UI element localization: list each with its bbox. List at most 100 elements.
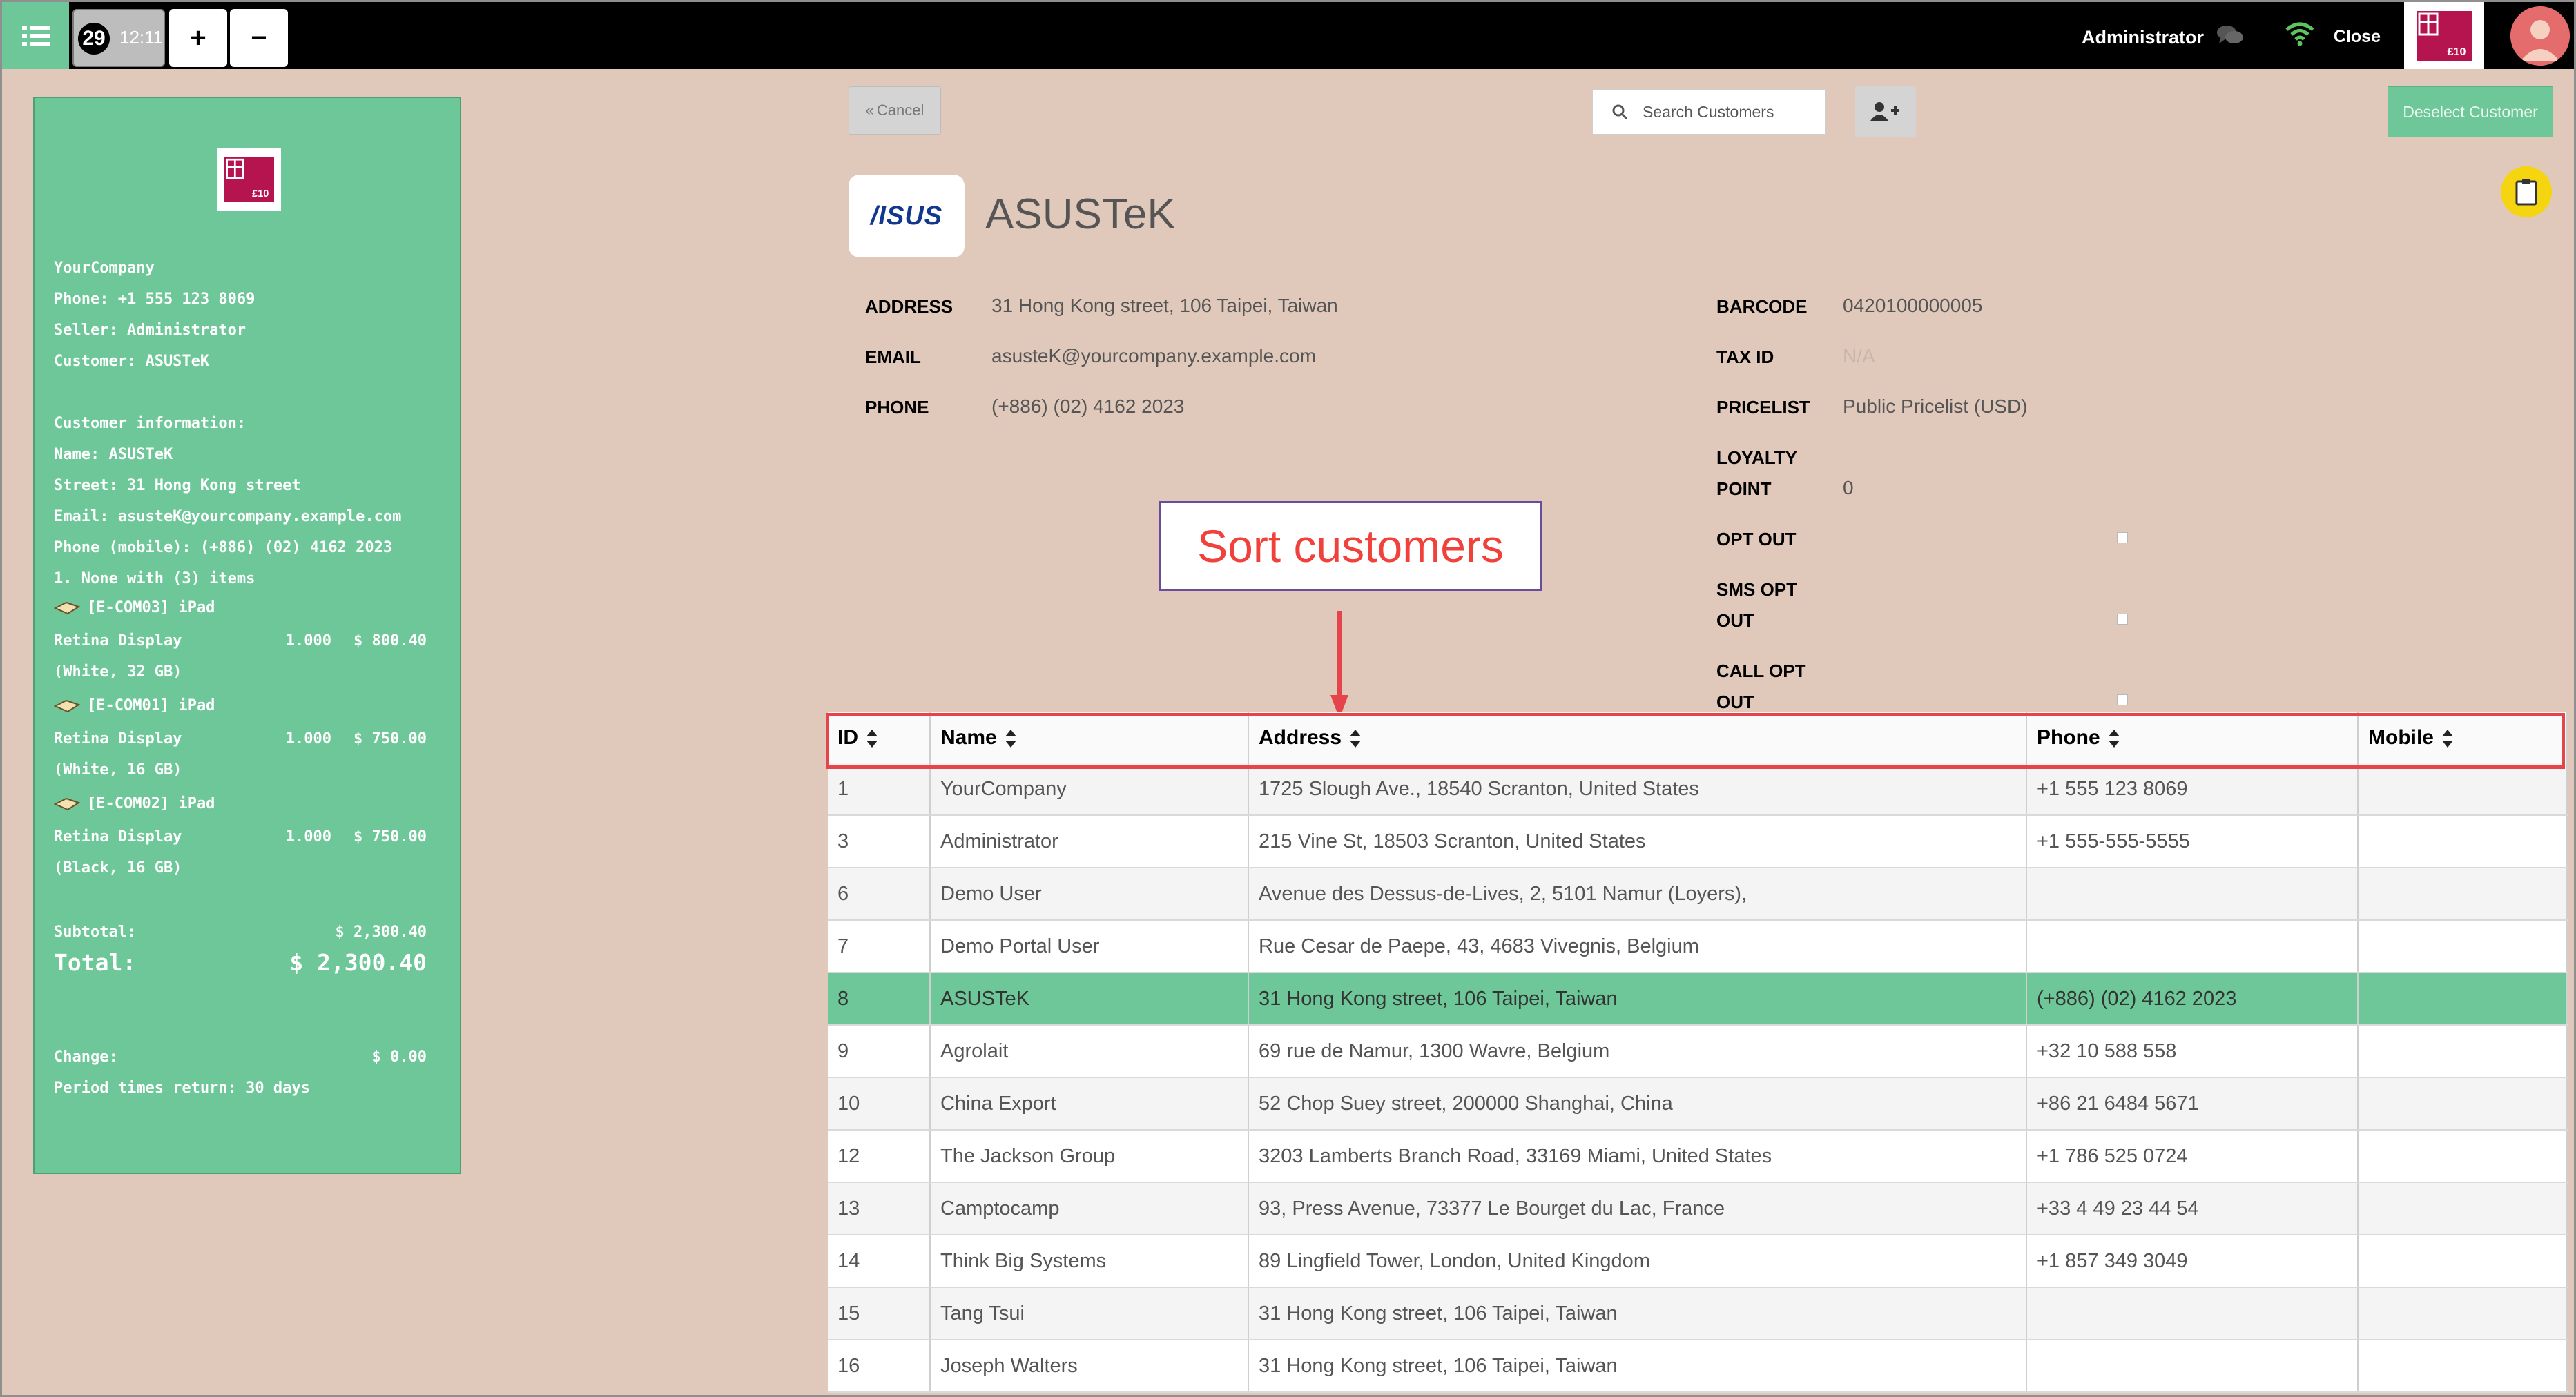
tax-id-label: TAX ID [1716,346,1774,367]
receipt-subtotal-label: Subtotal: [54,924,137,941]
order-number-badge: 29 [78,23,110,55]
column-header-phone[interactable]: Phone [2026,712,2359,763]
receipt-item-qty: 1.000 [285,632,331,649]
opt-out-checkbox[interactable] [2117,532,2128,543]
annotation-callout: Sort customers [1159,501,1542,591]
clipboard-button[interactable] [2501,166,2552,217]
cell-mobile [2358,973,2568,1026]
sort-icon[interactable] [1350,730,1362,748]
customer-logo: /ISUS [849,175,965,257]
receipt-item-price: $ 750.00 [354,730,427,748]
cell-name: YourCompany [930,763,1249,816]
receipt-item-variant: (White, 32 GB) [54,663,182,681]
receipt-item: [E-COM03] iPad [54,599,215,616]
email-label: EMAIL [865,346,921,367]
chat-icon[interactable] [2216,24,2244,46]
order-tab[interactable]: 29 12:11 [72,9,165,67]
search-customers-box[interactable] [1592,89,1826,135]
receipt-phone: Phone: +1 555 123 8069 [54,291,255,308]
cell-id: 13 [828,1182,931,1235]
receipt-total-label: Total: [54,949,137,976]
gift-card-icon: £10 [224,157,274,202]
table-row[interactable]: 14 Think Big Systems 89 Lingfield Tower, L… [828,1235,2568,1288]
receipt-item: [E-COM01] iPad [54,697,215,714]
add-customer-button[interactable] [1855,86,1916,137]
call-opt-out-checkbox[interactable] [2117,694,2128,705]
asus-logo-text: /ISUS [870,201,943,231]
search-customers-input[interactable] [1641,101,1817,122]
column-header-id[interactable]: ID [828,712,931,763]
sort-icon[interactable] [2108,730,2120,748]
receipt-info-street: Street: 31 Hong Kong street [54,477,301,494]
cell-id: 9 [828,1025,931,1078]
receipt-item-desc: Retina Display [54,632,182,649]
cell-name: Camptocamp [930,1182,1249,1235]
table-row[interactable]: 9 Agrolait 69 rue de Namur, 1300 Wavre, Be… [828,1025,2568,1078]
table-row[interactable]: 3 Administrator 215 Vine St, 18503 Scranto… [828,815,2568,868]
gift-card-logo[interactable]: £10 [2404,2,2484,69]
package-icon [54,797,80,811]
receipt-items-header: 1. None with (3) items [54,570,255,587]
address-label: ADDRESS [865,296,953,317]
user-avatar[interactable] [2510,6,2570,66]
sort-icon[interactable] [866,730,878,748]
menu-button[interactable] [2,2,69,69]
table-row[interactable]: 15 Tang Tsui 31 Hong Kong street, 106 Taip… [828,1287,2568,1340]
table-row[interactable]: 7 Demo Portal User Rue Cesar de Paepe, 43,… [828,920,2568,973]
cell-id: 1 [828,763,931,816]
cell-address: 93, Press Avenue, 73377 Le Bourget du La… [1248,1182,2027,1235]
column-header-mobile[interactable]: Mobile [2358,712,2568,763]
delete-order-button[interactable]: − [230,9,288,67]
cell-address: 31 Hong Kong street, 106 Taipei, Taiwan [1248,973,2027,1026]
call-opt-out-label-line1: CALL OPT [1716,661,1806,681]
receipt-info-name: Name: ASUSTeK [54,446,173,463]
order-time: 12:11 [119,27,164,48]
cell-name: Joseph Walters [930,1340,1249,1393]
wifi-icon [2285,22,2314,46]
cell-mobile [2358,1025,2568,1078]
sms-opt-out-checkbox[interactable] [2117,614,2128,625]
gift-card-icon: £10 [2417,10,2472,61]
column-header-label: Address [1259,726,1342,749]
cell-name: Demo Portal User [930,920,1249,973]
table-row[interactable]: 12 The Jackson Group 3203 Lamberts Branch … [828,1130,2568,1183]
receipt-item-desc: Retina Display [54,828,182,846]
table-row[interactable]: 13 Camptocamp 93, Press Avenue, 73377 Le B… [828,1182,2568,1235]
sort-icon[interactable] [1005,730,1016,748]
clipboard-icon [2515,179,2537,206]
cell-id: 3 [828,815,931,868]
sort-icon[interactable] [2442,730,2453,748]
cell-address: 3203 Lamberts Branch Road, 33169 Miami, … [1248,1130,2027,1183]
cell-mobile [2358,1340,2568,1393]
receipt-customer: Customer: ASUSTeK [54,353,210,370]
search-icon [1612,104,1627,119]
cell-phone [2026,920,2359,973]
cancel-button[interactable]: «Cancel [849,86,941,135]
receipt-item-qty: 1.000 [285,828,331,846]
column-header-address[interactable]: Address [1248,712,2027,763]
receipt-total-value: $ 2,300.40 [289,949,427,976]
barcode-label: BARCODE [1716,296,1808,317]
cancel-label: Cancel [876,101,924,119]
cell-id: 10 [828,1077,931,1131]
table-row[interactable]: 1 YourCompany 1725 Slough Ave., 18540 Scra… [828,763,2568,816]
close-button[interactable]: Close [2334,27,2381,47]
deselect-customer-button[interactable]: Deselect Customer [2388,86,2553,137]
current-user[interactable]: Administrator [2082,27,2204,48]
table-row[interactable]: 6 Demo User Avenue des Dessus-de-Lives, 2,… [828,868,2568,921]
table-row[interactable]: 10 China Export 52 Chop Suey street, 20000… [828,1077,2568,1131]
top-bar: 29 12:11 + − Administrator Close £10 [2,2,2574,69]
table-row[interactable]: 16 Joseph Walters 31 Hong Kong street, 106… [828,1340,2568,1393]
cell-name: The Jackson Group [930,1130,1249,1183]
cell-phone: +1 857 349 3049 [2026,1235,2359,1288]
column-header-name[interactable]: Name [930,712,1249,763]
cell-address: 31 Hong Kong street, 106 Taipei, Taiwan [1248,1340,2027,1393]
cell-address: 69 rue de Namur, 1300 Wavre, Belgium [1248,1025,2027,1078]
sms-opt-out-label-line2: OUT [1716,610,1754,631]
new-order-button[interactable]: + [169,9,227,67]
receipt-item-code: [E-COM01] iPad [87,697,215,714]
cell-id: 16 [828,1340,931,1393]
receipt-item-variant: (Black, 16 GB) [54,859,182,877]
cell-phone [2026,1287,2359,1340]
table-row-selected[interactable]: 8 ASUSTeK 31 Hong Kong street, 106 Taipei,… [828,973,2568,1026]
